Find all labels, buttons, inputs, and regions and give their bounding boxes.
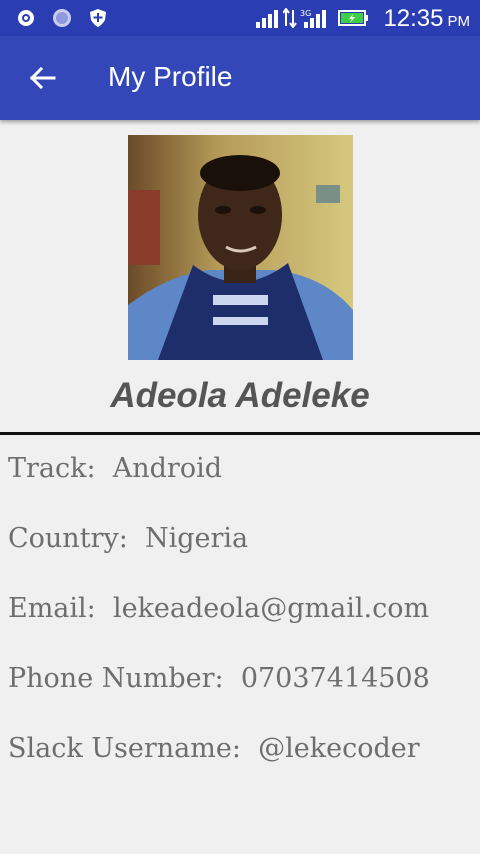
profile-name: Adeola Adeleke <box>110 376 370 415</box>
arrow-back-icon[interactable] <box>26 62 58 94</box>
settings-icon <box>18 10 34 26</box>
data-arrows-icon <box>283 8 297 28</box>
shield-plus-icon <box>90 9 106 27</box>
field-value: @lekecoder <box>258 733 420 764</box>
field-label: Track: <box>8 453 96 484</box>
field-track: Track: Android <box>8 453 222 484</box>
field-label: Phone Number: <box>8 663 224 694</box>
field-value: lekeadeola@gmail.com <box>112 593 430 624</box>
field-label: Slack Username: <box>8 733 241 764</box>
field-country: Country: Nigeria <box>8 523 248 554</box>
circle-icon <box>53 9 71 27</box>
field-value: Nigeria <box>144 523 249 554</box>
field-slack-username: Slack Username: @lekecoder <box>8 733 420 764</box>
field-label: Country: <box>8 523 128 554</box>
field-email: Email: lekeadeola@gmail.com <box>8 593 429 624</box>
time-label: 12:35 <box>383 5 444 32</box>
field-value: 07037414508 <box>240 663 430 694</box>
signal-3g-icon: 3G <box>300 9 326 28</box>
signal-icon <box>256 10 278 28</box>
field-phone-number: Phone Number: 07037414508 <box>8 663 430 694</box>
field-label: Email: <box>8 593 96 624</box>
status-bar: 3G 12:35 PM <box>0 0 480 36</box>
field-value: Android <box>112 453 223 484</box>
divider <box>0 432 480 435</box>
battery-icon <box>338 10 368 26</box>
app-bar: My Profile <box>0 36 480 120</box>
page-title: My Profile <box>108 61 233 92</box>
ampm-label: PM <box>447 13 471 30</box>
network-type-label: 3G <box>300 9 311 18</box>
profile-photo <box>128 135 353 360</box>
status-time: 12:35 PM <box>383 5 470 33</box>
